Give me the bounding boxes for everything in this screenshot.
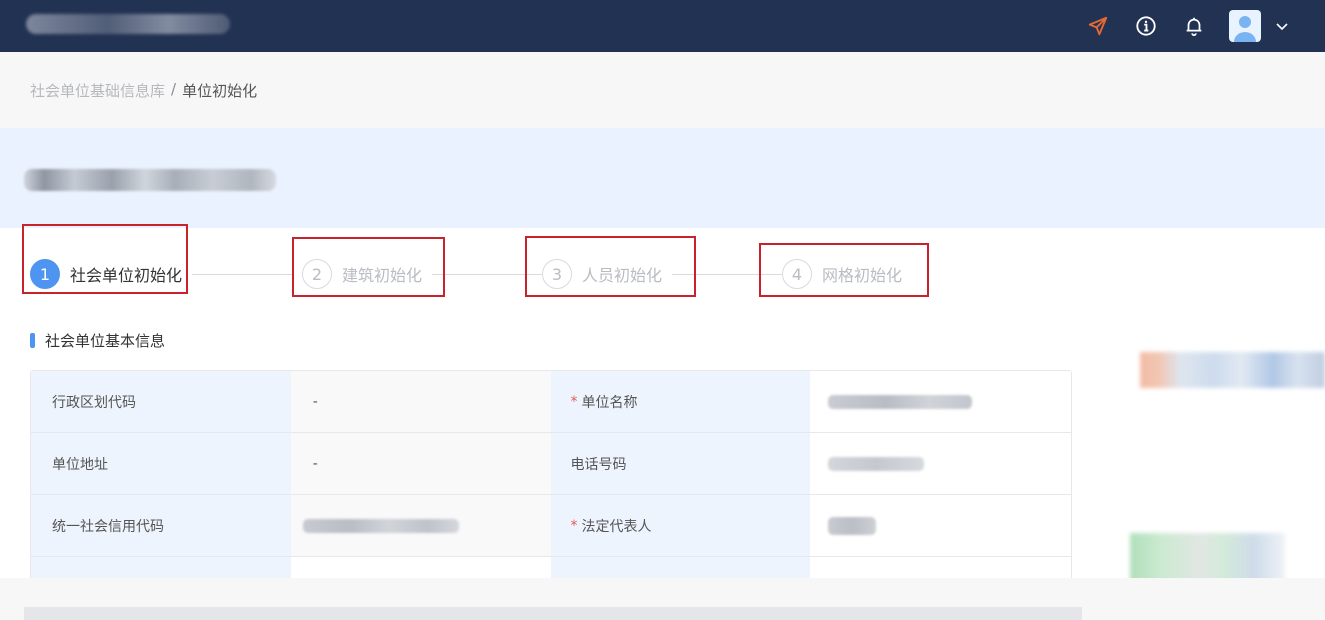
field-label: 行政区划代码 — [31, 371, 291, 432]
required-mark: * — [570, 517, 578, 534]
send-icon[interactable] — [1085, 13, 1111, 39]
bell-icon[interactable] — [1181, 13, 1207, 39]
top-navigation-bar — [0, 0, 1325, 52]
highlight-box — [759, 243, 929, 297]
field-value-blurred — [290, 495, 551, 556]
section-title-text: 社会单位基本信息 — [45, 332, 166, 350]
field-label: 单位地址 — [31, 433, 291, 494]
highlight-box — [22, 224, 188, 294]
field-label: 统一社会信用代码 — [31, 495, 291, 556]
field-value: - — [290, 433, 551, 494]
field-value: - — [290, 371, 551, 432]
header-actions — [1085, 8, 1295, 44]
next-section-card — [24, 607, 1082, 620]
chevron-down-icon[interactable] — [1269, 13, 1295, 39]
side-widget-blurred — [1140, 352, 1325, 388]
highlight-box — [292, 237, 445, 297]
unit-info-table: 行政区划代码 - * 单位名称 单位地址 - 电话号码 统一社会信用代码 * 法… — [30, 370, 1072, 587]
field-label: * 单位名称 — [550, 371, 811, 432]
breadcrumb-separator: / — [171, 80, 177, 98]
unit-header-banner — [0, 128, 1325, 228]
field-value-blurred — [810, 495, 1071, 556]
user-avatar-icon[interactable] — [1229, 10, 1261, 42]
breadcrumb-parent-link[interactable]: 社会单位基础信息库 — [30, 80, 165, 101]
breadcrumb-bar: 社会单位基础信息库 / 单位初始化 — [0, 52, 1325, 128]
section-marker — [30, 333, 35, 348]
table-row: 单位地址 - 电话号码 — [31, 433, 1071, 495]
breadcrumb-current: 单位初始化 — [182, 82, 258, 100]
app-logo-blurred[interactable] — [26, 14, 230, 34]
highlight-box — [525, 236, 696, 297]
required-mark: * — [570, 393, 578, 410]
initialization-steps: 1 社会单位初始化 2 建筑初始化 3 人员初始化 4 网格初始化 — [0, 224, 1325, 318]
field-value-blurred — [810, 433, 1071, 494]
field-label: * 法定代表人 — [550, 495, 811, 556]
breadcrumb: 社会单位基础信息库 / 单位初始化 — [30, 80, 257, 101]
info-icon[interactable] — [1133, 13, 1159, 39]
unit-name-blurred — [24, 169, 276, 191]
step-connector — [192, 274, 294, 275]
table-row: 统一社会信用代码 * 法定代表人 — [31, 495, 1071, 557]
field-label-text: 法定代表人 — [581, 518, 652, 535]
section-title: 社会单位基本信息 — [30, 330, 165, 351]
field-label: 电话号码 — [550, 433, 811, 494]
field-label-text: 单位名称 — [581, 394, 638, 411]
table-row: 行政区划代码 - * 单位名称 — [31, 371, 1071, 433]
field-value-blurred — [810, 371, 1071, 432]
field-label-text: 电话号码 — [570, 456, 627, 473]
